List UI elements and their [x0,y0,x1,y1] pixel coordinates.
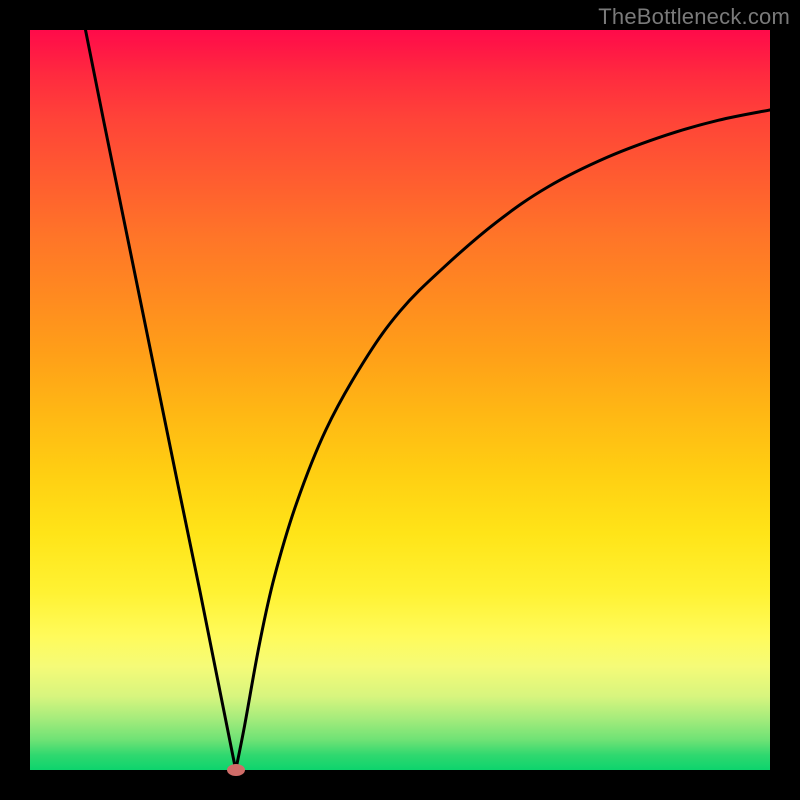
chart-frame: TheBottleneck.com [0,0,800,800]
plot-area [30,30,770,770]
minimum-marker [227,764,245,776]
curve-path [86,30,771,770]
bottleneck-curve [30,30,770,770]
watermark-text: TheBottleneck.com [598,4,790,30]
